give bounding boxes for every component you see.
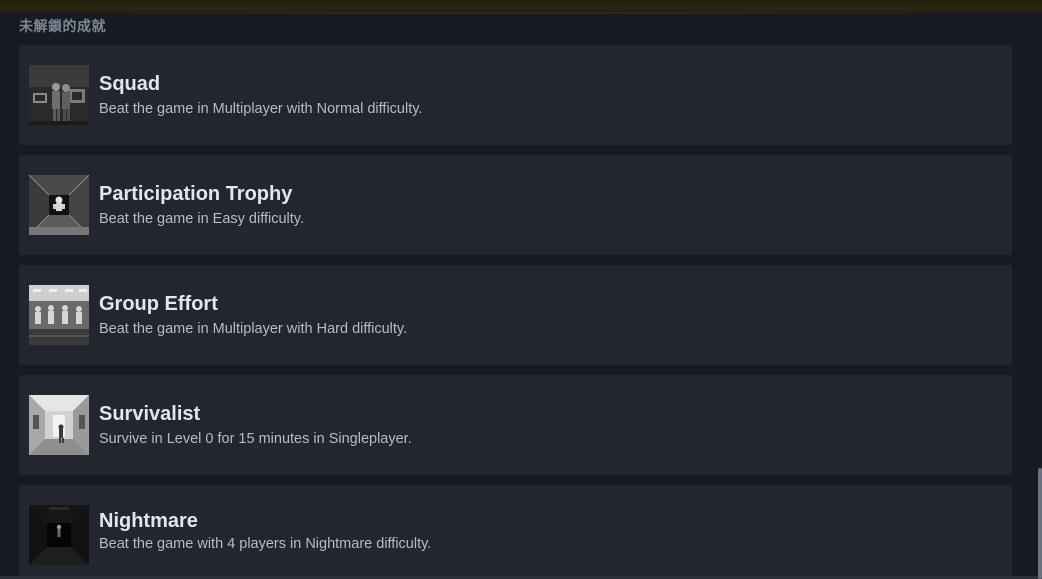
achievement-title: Survivalist <box>99 403 201 425</box>
achievement-card-participation-trophy[interactable]: Participation Trophy Beat the game in Ea… <box>19 155 1012 255</box>
achievement-title: Squad <box>99 73 161 95</box>
top-banner-strip <box>0 0 1042 14</box>
achievement-card-nightmare[interactable]: Nightmare Beat the game with 4 players i… <box>19 485 1012 579</box>
section-header-locked-achievements: 未解鎖的成就 <box>19 18 106 34</box>
achievement-description: Beat the game in Multiplayer with Hard d… <box>99 321 408 337</box>
achievement-description: Beat the game in Easy difficulty. <box>99 211 304 227</box>
group-effort-achievement-icon <box>29 285 89 345</box>
achievement-title: Nightmare <box>99 510 198 532</box>
scrollbar[interactable] <box>1036 0 1042 579</box>
participation-trophy-achievement-icon <box>29 175 89 235</box>
achievement-description: Beat the game in Multiplayer with Normal… <box>99 101 423 117</box>
achievement-title: Participation Trophy <box>99 183 293 205</box>
achievement-description: Beat the game with 4 players in Nightmar… <box>99 536 432 552</box>
squad-achievement-icon <box>29 65 89 125</box>
achievement-card-survivalist[interactable]: Survivalist Survive in Level 0 for 15 mi… <box>19 375 1012 475</box>
achievement-list: Squad Beat the game in Multiplayer with … <box>19 45 1012 579</box>
nightmare-achievement-icon <box>29 505 89 565</box>
survivalist-achievement-icon <box>29 395 89 455</box>
achievements-page: 未解鎖的成就 Squad Beat the game in Multiplaye… <box>0 0 1042 579</box>
achievement-title: Group Effort <box>99 293 218 315</box>
achievement-description: Survive in Level 0 for 15 minutes in Sin… <box>99 431 412 447</box>
achievement-card-squad[interactable]: Squad Beat the game in Multiplayer with … <box>19 45 1012 145</box>
achievement-card-group-effort[interactable]: Group Effort Beat the game in Multiplaye… <box>19 265 1012 365</box>
scrollbar-thumb[interactable] <box>1038 468 1042 579</box>
